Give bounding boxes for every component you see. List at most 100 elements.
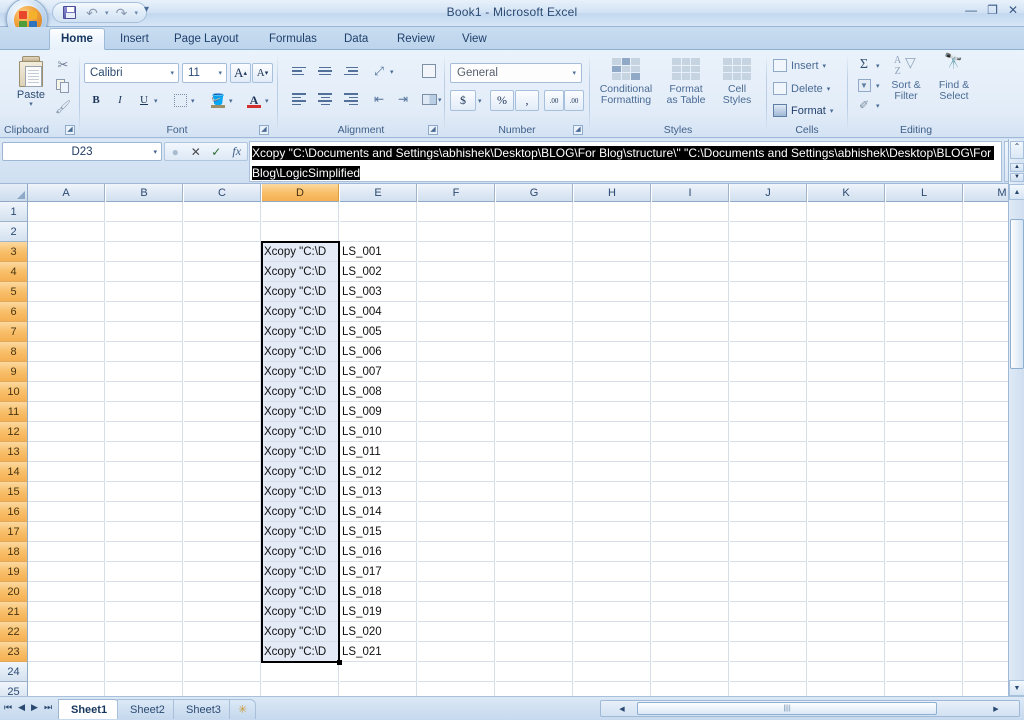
cell-I17[interactable] — [652, 522, 729, 542]
cell-H17[interactable] — [574, 522, 651, 542]
copy-button[interactable] — [52, 76, 74, 96]
tab-review[interactable]: Review — [386, 28, 446, 50]
cell-I13[interactable] — [652, 442, 729, 462]
cell-L18[interactable] — [886, 542, 963, 562]
comma-format-button[interactable]: , — [515, 90, 539, 111]
cell-A23[interactable] — [28, 642, 105, 662]
cell-H22[interactable] — [574, 622, 651, 642]
cell-K5[interactable] — [808, 282, 885, 302]
row-header-1[interactable]: 1 — [0, 202, 28, 222]
cell-J14[interactable] — [730, 462, 807, 482]
cell-L7[interactable] — [886, 322, 963, 342]
row-header-17[interactable]: 17 — [0, 522, 28, 542]
tab-insert[interactable]: Insert — [109, 28, 160, 50]
cell-E25[interactable] — [340, 682, 417, 696]
cell-J6[interactable] — [730, 302, 807, 322]
cell-K2[interactable] — [808, 222, 885, 242]
cell-A10[interactable] — [28, 382, 105, 402]
cell-K1[interactable] — [808, 202, 885, 222]
font-color-dropdown-icon[interactable]: ▾ — [265, 97, 269, 105]
cell-J15[interactable] — [730, 482, 807, 502]
row-header-11[interactable]: 11 — [0, 402, 28, 422]
insert-function-button[interactable]: fx — [227, 144, 248, 159]
cell-B23[interactable] — [106, 642, 183, 662]
cell-G17[interactable] — [496, 522, 573, 542]
autosum-dropdown-icon[interactable]: ▾ — [876, 62, 880, 70]
column-header-d[interactable]: D — [262, 184, 339, 202]
cell-L21[interactable] — [886, 602, 963, 622]
cell-A22[interactable] — [28, 622, 105, 642]
confirm-entry-button[interactable]: ✓ — [206, 145, 227, 159]
cell-H3[interactable] — [574, 242, 651, 262]
cell-C24[interactable] — [184, 662, 261, 682]
cell-E4[interactable]: LS_002 — [340, 262, 417, 282]
cell-K13[interactable] — [808, 442, 885, 462]
cell-A4[interactable] — [28, 262, 105, 282]
cell-L9[interactable] — [886, 362, 963, 382]
clipboard-dialog-launcher[interactable]: ◢ — [65, 125, 75, 135]
cell-B2[interactable] — [106, 222, 183, 242]
font-size-dropdown-icon[interactable]: ▾ — [218, 69, 222, 77]
cell-B8[interactable] — [106, 342, 183, 362]
underline-dropdown-icon[interactable]: ▾ — [154, 97, 158, 105]
cell-B1[interactable] — [106, 202, 183, 222]
paste-button[interactable]: Paste ▾ — [8, 54, 54, 118]
cell-F6[interactable] — [418, 302, 495, 322]
cell-C6[interactable] — [184, 302, 261, 322]
cell-E18[interactable]: LS_016 — [340, 542, 417, 562]
cell-G1[interactable] — [496, 202, 573, 222]
cell-I16[interactable] — [652, 502, 729, 522]
scroll-right-button[interactable]: ▶ — [989, 702, 1003, 716]
cell-B6[interactable] — [106, 302, 183, 322]
customize-quick-access-button[interactable]: ▾ — [144, 4, 149, 15]
cell-L16[interactable] — [886, 502, 963, 522]
cell-L25[interactable] — [886, 682, 963, 696]
row-header-7[interactable]: 7 — [0, 322, 28, 342]
cell-L5[interactable] — [886, 282, 963, 302]
fill-color-dropdown-icon[interactable]: ▾ — [229, 97, 233, 105]
cell-E15[interactable]: LS_013 — [340, 482, 417, 502]
cell-B16[interactable] — [106, 502, 183, 522]
cell-B20[interactable] — [106, 582, 183, 602]
cell-G19[interactable] — [496, 562, 573, 582]
cell-A14[interactable] — [28, 462, 105, 482]
increase-indent-button[interactable]: ⇥ — [391, 88, 415, 110]
cell-C15[interactable] — [184, 482, 261, 502]
cell-B10[interactable] — [106, 382, 183, 402]
cell-H12[interactable] — [574, 422, 651, 442]
cell-I11[interactable] — [652, 402, 729, 422]
cell-A13[interactable] — [28, 442, 105, 462]
insert-dropdown-icon[interactable]: ▾ — [823, 62, 827, 70]
tab-formulas[interactable]: Formulas — [258, 28, 328, 50]
cell-E16[interactable]: LS_014 — [340, 502, 417, 522]
tab-page-layout[interactable]: Page Layout — [163, 28, 250, 50]
cell-K22[interactable] — [808, 622, 885, 642]
cell-G25[interactable] — [496, 682, 573, 696]
cell-H24[interactable] — [574, 662, 651, 682]
cell-D1[interactable] — [262, 202, 339, 222]
cell-I5[interactable] — [652, 282, 729, 302]
sheet-tab-sheet3[interactable]: Sheet3 — [173, 699, 234, 719]
cell-G5[interactable] — [496, 282, 573, 302]
cell-L20[interactable] — [886, 582, 963, 602]
vertical-scroll-thumb[interactable] — [1010, 219, 1024, 369]
cell-F16[interactable] — [418, 502, 495, 522]
cell-C12[interactable] — [184, 422, 261, 442]
cell-J17[interactable] — [730, 522, 807, 542]
cell-K9[interactable] — [808, 362, 885, 382]
cell-F21[interactable] — [418, 602, 495, 622]
cell-L3[interactable] — [886, 242, 963, 262]
cell-H19[interactable] — [574, 562, 651, 582]
cell-G6[interactable] — [496, 302, 573, 322]
cell-G7[interactable] — [496, 322, 573, 342]
cell-H2[interactable] — [574, 222, 651, 242]
cell-A25[interactable] — [28, 682, 105, 696]
cell-H10[interactable] — [574, 382, 651, 402]
first-sheet-button[interactable]: ⏮ — [4, 702, 12, 713]
cell-J9[interactable] — [730, 362, 807, 382]
cell-H7[interactable] — [574, 322, 651, 342]
clear-dropdown-icon[interactable]: ▾ — [876, 102, 880, 110]
cell-C13[interactable] — [184, 442, 261, 462]
cell-J5[interactable] — [730, 282, 807, 302]
cell-I24[interactable] — [652, 662, 729, 682]
